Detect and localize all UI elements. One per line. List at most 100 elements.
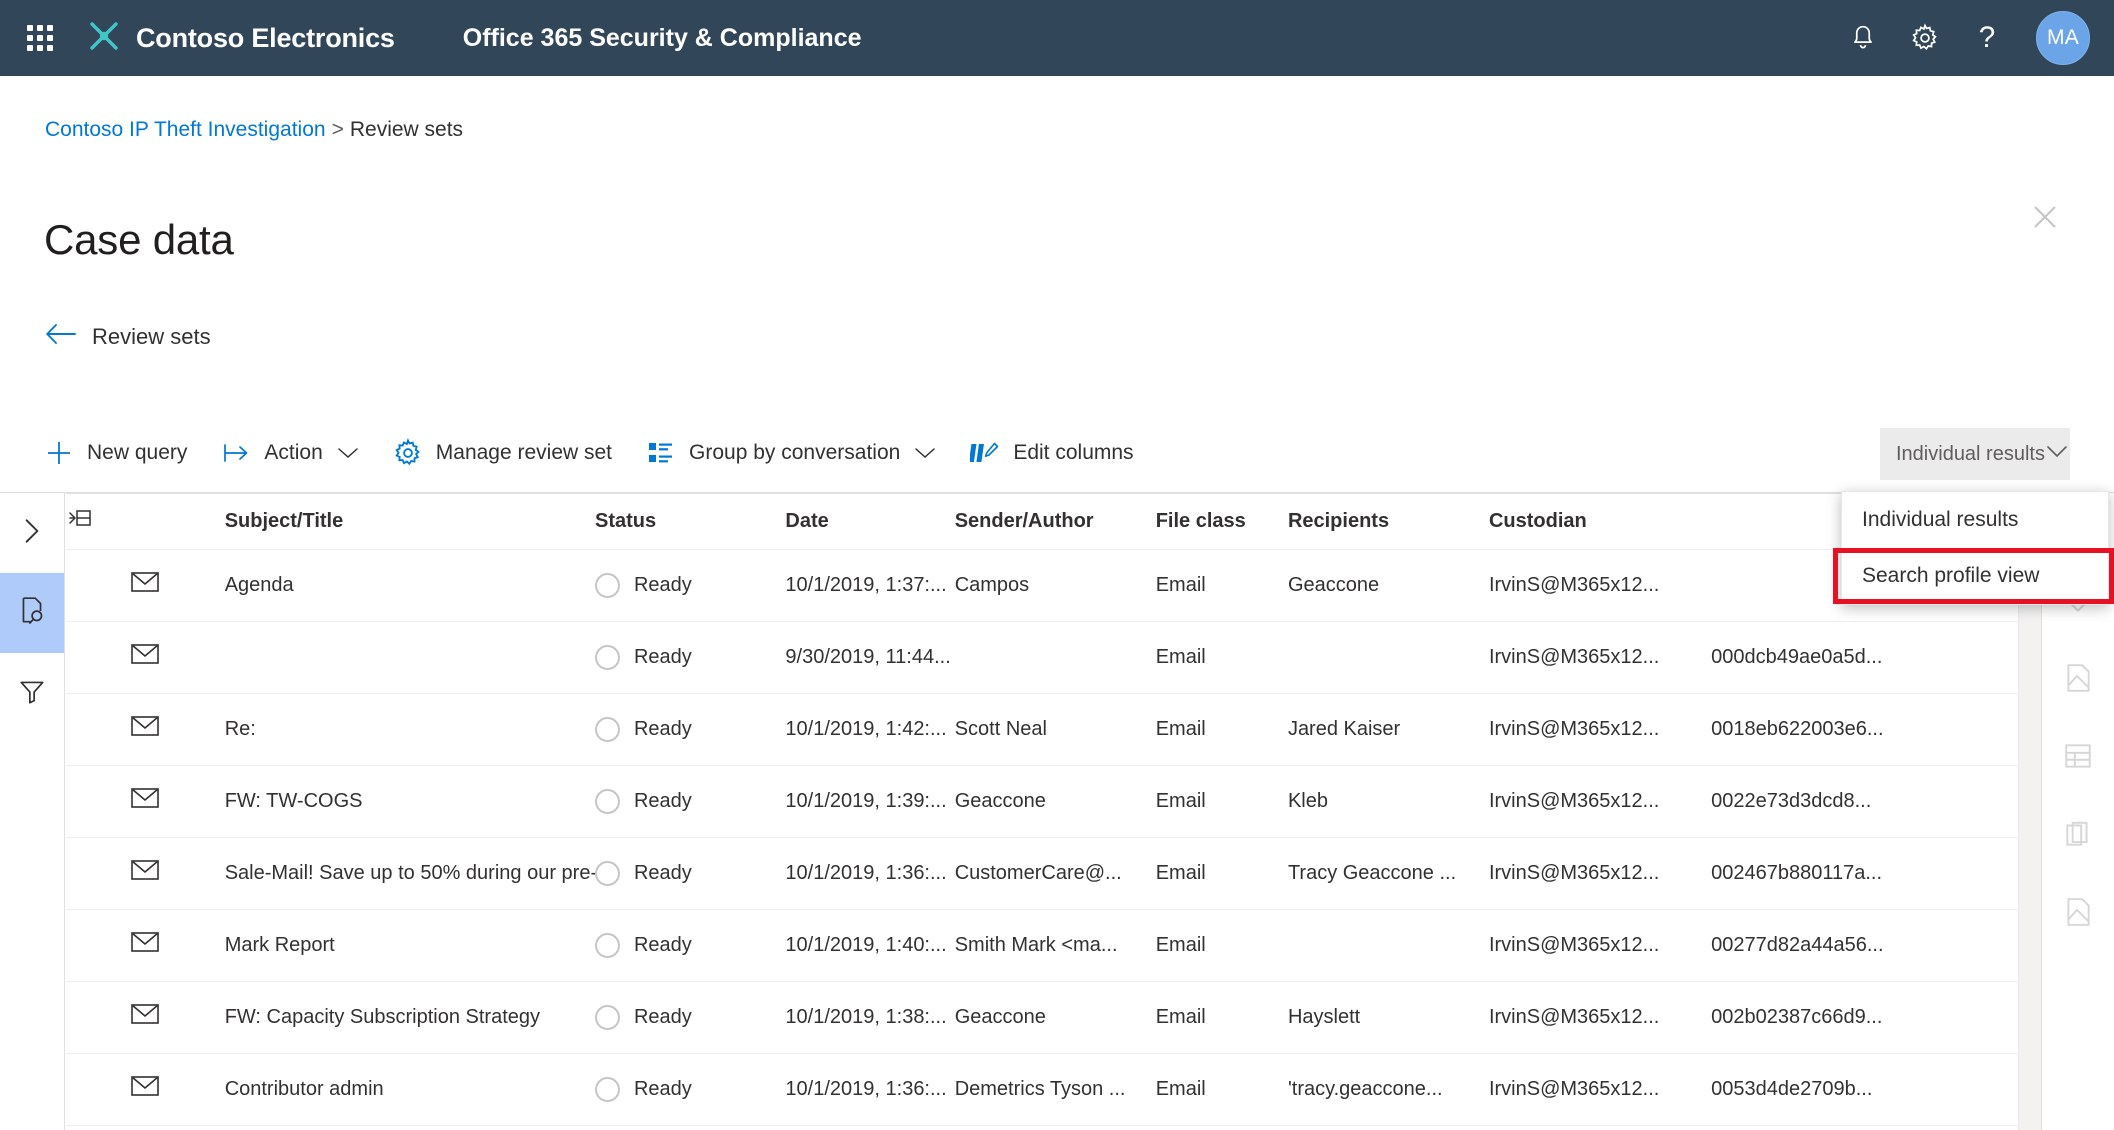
brand-link[interactable]: Contoso Electronics — [86, 20, 395, 57]
row-type-icon-cell — [66, 909, 225, 982]
cell-subject: Contributor admin — [224, 1053, 595, 1126]
action-button[interactable]: Action — [219, 426, 372, 480]
cell-date: 10/1/2019, 1:39:... — [785, 765, 955, 838]
column-header-file-class[interactable]: File class — [1155, 494, 1288, 550]
view-picker-dropdown[interactable]: Individual results — [1880, 428, 2070, 480]
cell-subject: Agenda — [224, 549, 595, 622]
table-row[interactable]: Sale-Mail! Save up to 50% during our pre… — [66, 837, 2018, 910]
cell-status: Ready — [594, 1125, 786, 1130]
sidebar-item-expand-panel[interactable] — [0, 493, 64, 573]
table-row[interactable]: RE: 2002 Capital BudgetReady10/1/2019, 1… — [66, 1125, 2018, 1130]
row-type-icon-cell — [66, 693, 225, 766]
cell-status: Ready — [594, 981, 786, 1054]
edit-columns-button[interactable]: Edit columns — [968, 426, 1147, 480]
cell-custodian: IrvinS@M365x12... — [1488, 1053, 1712, 1126]
table-row[interactable]: Agenda Ready 10/1/2019, 1:37:... Campos Emai… — [66, 549, 2018, 622]
row-type-icon-cell — [66, 621, 225, 694]
cell-subject: Re: — [224, 693, 595, 766]
cell-date: 10/1/2019, 1:37:... — [785, 549, 955, 622]
cell-custodian: IrvinS@M365x12... — [1488, 1125, 1712, 1130]
left-rail — [0, 493, 65, 1130]
table-icon — [2062, 741, 2094, 776]
sidebar-item-near-duplicates[interactable] — [2042, 875, 2114, 953]
table-row[interactable]: Contributor admin Ready 10/1/2019, 1:36:..… — [66, 1053, 2018, 1126]
copies-icon — [2063, 818, 2093, 855]
status-label: Ready — [633, 645, 692, 668]
row-type-icon-cell — [66, 765, 225, 838]
cell-date: 10/1/2019, 1:36:... — [785, 1053, 955, 1126]
cell-recipients: Kleb — [1287, 765, 1489, 838]
cell-custodian: IrvinS@M365x12... — [1488, 837, 1712, 910]
suite-actions: ? MA — [1832, 0, 2114, 76]
cell-status: Ready — [594, 1053, 786, 1126]
document-search-icon — [16, 595, 48, 632]
view-option-search-profile-view[interactable]: Search profile view — [1842, 548, 2108, 604]
new-query-button[interactable]: New query — [42, 426, 201, 480]
column-header-sender[interactable]: Sender/Author — [954, 494, 1156, 550]
column-header-subject[interactable]: Subject/Title — [224, 494, 595, 550]
back-to-review-sets-link[interactable]: Review sets — [44, 321, 211, 352]
cell-file-class: Email — [1155, 693, 1288, 766]
cell-id: 0018eb622003e6... — [1711, 693, 2018, 766]
email-icon — [130, 788, 160, 815]
question-mark-icon: ? — [1974, 22, 2000, 54]
sidebar-item-document-search[interactable] — [0, 573, 64, 653]
cell-sender: Demetrics Tyson ... — [954, 1053, 1156, 1126]
breadcrumb-case-link[interactable]: Contoso IP Theft Investigation — [45, 118, 326, 141]
table-row[interactable]: Mark Report Ready 10/1/2019, 1:40:... Smith… — [66, 909, 2018, 982]
settings-button[interactable] — [1894, 0, 1956, 76]
email-icon — [130, 1004, 160, 1031]
row-type-icon-cell — [66, 837, 225, 910]
cell-file-class: Email — [1155, 981, 1288, 1054]
sidebar-item-table-view[interactable] — [2042, 719, 2114, 797]
cell-sender: Geaccone — [954, 765, 1156, 838]
cell-recipients: Keiser — [1287, 1125, 1489, 1130]
sidebar-item-file-metadata[interactable] — [2042, 641, 2114, 719]
cell-sender — [954, 621, 1156, 694]
avatar[interactable]: MA — [2036, 11, 2090, 65]
status-indicator-icon — [594, 1004, 620, 1030]
plus-icon — [42, 436, 76, 470]
help-button[interactable]: ? — [1956, 0, 2018, 76]
column-header-select-toggle[interactable] — [66, 494, 225, 550]
view-option-individual-results[interactable]: Individual results — [1842, 492, 2108, 548]
app-launcher-button[interactable] — [8, 0, 72, 76]
cell-status: Ready — [594, 693, 786, 766]
sidebar-item-duplicates[interactable] — [2042, 797, 2114, 875]
table-body: Agenda Ready 10/1/2019, 1:37:... Campos Emai… — [66, 549, 2018, 1130]
cell-custodian: IrvinS@M365x12... — [1488, 765, 1712, 838]
cell-recipients: 'tracy.geaccone... — [1287, 1053, 1489, 1126]
cell-subject: Mark Report — [224, 909, 595, 982]
status-indicator-icon — [594, 572, 620, 598]
cell-custodian: IrvinS@M365x12... — [1488, 549, 1712, 622]
column-header-custodian[interactable]: Custodian — [1488, 494, 1712, 550]
cell-sender: Geaccone — [954, 1125, 1156, 1130]
cell-id: 005f889cd8c797f... — [1711, 1125, 2018, 1130]
cell-custodian: IrvinS@M365x12... — [1488, 981, 1712, 1054]
table-row[interactable]: Re: Ready 10/1/2019, 1:42:... Scott Neal Ema… — [66, 693, 2018, 766]
cell-status: Ready — [594, 621, 786, 694]
column-header-status[interactable]: Status — [594, 494, 786, 550]
table-row[interactable]: FW: Capacity Subscription Strategy Ready 1… — [66, 981, 2018, 1054]
group-by-conversation-button[interactable]: Group by conversation — [644, 426, 950, 480]
group-by-conversation-label: Group by conversation — [689, 441, 901, 464]
cell-custodian: IrvinS@M365x12... — [1488, 909, 1712, 982]
breadcrumb-separator: > — [331, 118, 344, 141]
table-row[interactable]: Ready 9/30/2019, 11:44... Email IrvinS@M365… — [66, 621, 2018, 694]
column-header-date[interactable]: Date — [785, 494, 955, 550]
sidebar-item-filters[interactable] — [0, 653, 64, 733]
cell-date: 10/1/2019, 1:36:... — [785, 837, 955, 910]
row-type-icon-cell — [66, 549, 225, 622]
notifications-button[interactable] — [1832, 0, 1894, 76]
waffle-icon — [27, 25, 53, 51]
cell-sender: Geaccone — [954, 981, 1156, 1054]
status-indicator-icon — [594, 644, 620, 670]
cell-recipients — [1287, 621, 1489, 694]
column-header-recipients[interactable]: Recipients — [1287, 494, 1489, 550]
status-indicator-icon — [594, 860, 620, 886]
close-button[interactable] — [2022, 196, 2068, 242]
table-row[interactable]: FW: TW-COGS Ready 10/1/2019, 1:39:... Geacc… — [66, 765, 2018, 838]
manage-review-set-button[interactable]: Manage review set — [391, 426, 626, 480]
cell-sender: Smith Mark <ma... — [954, 909, 1156, 982]
bell-icon — [1849, 23, 1877, 53]
